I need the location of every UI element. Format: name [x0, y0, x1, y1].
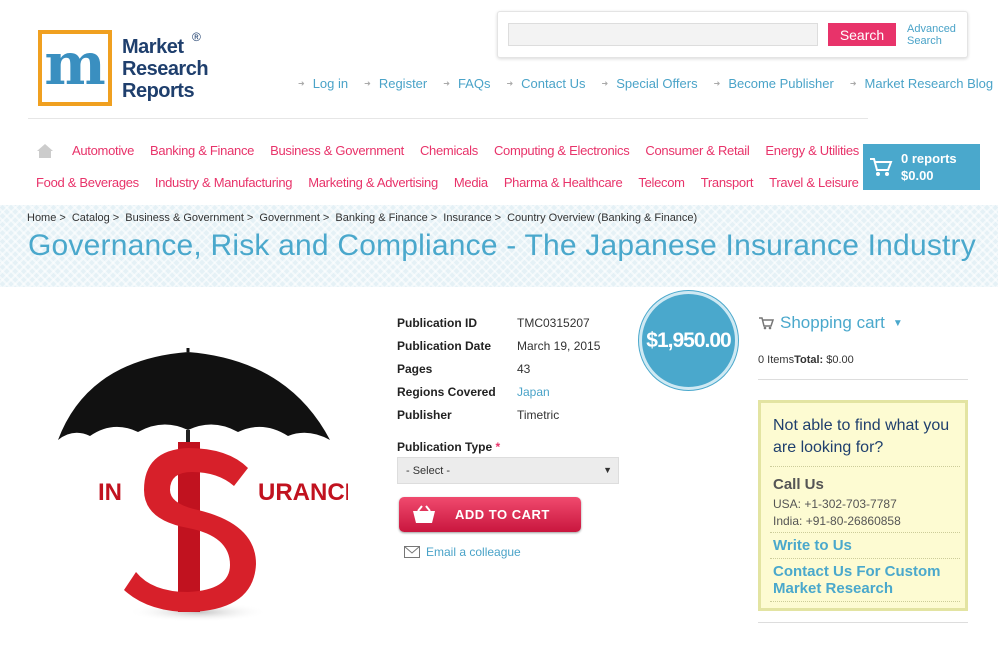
publication-type-select[interactable]: - Select - ▼	[397, 457, 619, 484]
category-energy-utilities[interactable]: Energy & Utilities	[765, 143, 859, 161]
category-marketing-advertising[interactable]: Marketing & Advertising	[308, 175, 438, 190]
cart-icon	[759, 317, 774, 330]
arrow-icon: ➜	[506, 79, 514, 88]
breadcrumb-government[interactable]: Government	[259, 212, 320, 224]
label-publication-date: Publication Date	[397, 338, 492, 353]
label-pages: Pages	[397, 361, 433, 376]
publication-type-label: Publication Type *	[397, 440, 501, 454]
arrow-icon: ➜	[849, 79, 857, 88]
cart-icon	[870, 158, 893, 176]
cart-summary: 0 ItemsTotal: $0.00	[758, 354, 854, 366]
arrow-icon: ➜	[443, 79, 450, 88]
logo-text: Market Research Reports	[122, 36, 209, 102]
help-box: Not able to find what you are looking fo…	[758, 400, 968, 611]
custom-research-link[interactable]: Contact Us For Custom Market Research	[773, 563, 963, 597]
arrow-icon: ➜	[601, 79, 609, 88]
write-to-us-link[interactable]: Write to Us	[773, 537, 963, 554]
required-marker: *	[495, 440, 501, 454]
category-consumer-retail[interactable]: Consumer & Retail	[645, 143, 749, 161]
category-banking-finance[interactable]: Banking & Finance	[150, 143, 254, 161]
value-publication-id: TMC0315207	[517, 315, 590, 330]
phone-usa: USA: +1-302-703-7787	[773, 497, 897, 511]
logo-mark: m	[38, 30, 112, 106]
top-nav: ➜ Log in ➜ Register ➜ FAQs ➜ Contact Us ➜ Spe…	[298, 76, 993, 91]
value-publication-date: March 19, 2015	[517, 338, 601, 353]
chevron-down-icon: ▼	[892, 317, 903, 329]
label-publication-id: Publication ID	[397, 315, 478, 330]
svg-text:IN: IN	[98, 479, 122, 506]
shopping-cart-heading[interactable]: Shopping cart ▼	[758, 313, 903, 333]
category-computing-electronics[interactable]: Computing & Electronics	[494, 143, 630, 161]
breadcrumb-catalog[interactable]: Catalog	[72, 212, 110, 224]
divider	[758, 379, 968, 380]
category-media[interactable]: Media	[454, 175, 488, 190]
price-badge: $1,950.00	[639, 291, 738, 390]
label-publisher: Publisher	[397, 407, 452, 422]
category-nav-row-2: Food & Beverages Industry & Manufacturin…	[36, 175, 875, 190]
phone-india: India: +91-80-26860858	[773, 514, 901, 528]
svg-text:URANCE: URANCE	[258, 479, 348, 506]
top-link-register[interactable]: ➜ Register	[364, 76, 427, 91]
header-cart[interactable]: 0 reports $0.00	[863, 144, 980, 190]
divider	[758, 622, 968, 623]
top-link-special-offers[interactable]: ➜ Special Offers	[601, 76, 697, 91]
top-link-login[interactable]: ➜ Log in	[298, 76, 348, 91]
category-chemicals[interactable]: Chemicals	[420, 143, 478, 161]
basket-icon	[413, 504, 435, 523]
arrow-icon: ➜	[364, 79, 371, 88]
registered-mark: ®	[192, 30, 201, 44]
page-title: Governance, Risk and Compliance - The Ja…	[28, 229, 976, 262]
arrow-icon: ➜	[713, 79, 721, 88]
breadcrumb-country-overview[interactable]: Country Overview (Banking & Finance)	[507, 212, 697, 224]
region-link-japan[interactable]: Japan	[517, 385, 550, 399]
value-pages: 43	[517, 361, 531, 376]
divider	[28, 118, 868, 119]
divider	[770, 532, 960, 533]
category-pharma-healthcare[interactable]: Pharma & Healthcare	[504, 175, 623, 190]
value-publisher: Timetric	[517, 407, 560, 422]
category-food-beverages[interactable]: Food & Beverages	[36, 175, 139, 190]
dollar-sign-graphic	[124, 442, 268, 622]
top-link-blog[interactable]: ➜ Market Research Blog	[850, 76, 993, 91]
top-link-contact[interactable]: ➜ Contact Us	[506, 76, 585, 91]
dropdown-caret-icon: ▼	[603, 465, 612, 475]
add-to-cart-button[interactable]: ADD TO CART	[399, 497, 581, 532]
category-transport[interactable]: Transport	[701, 175, 754, 190]
search-input[interactable]	[508, 23, 818, 46]
top-link-faqs[interactable]: ➜ FAQs	[443, 76, 490, 91]
breadcrumb-banking-finance[interactable]: Banking & Finance	[335, 212, 427, 224]
category-telecom[interactable]: Telecom	[638, 175, 685, 190]
cart-total: $0.00	[901, 168, 934, 183]
call-us-heading: Call Us	[773, 476, 824, 493]
category-automotive[interactable]: Automotive	[72, 143, 134, 161]
site-logo[interactable]: m Market Research Reports ®	[38, 30, 209, 106]
breadcrumb-insurance[interactable]: Insurance	[443, 212, 491, 224]
help-title: Not able to find what you are looking fo…	[773, 417, 950, 456]
top-link-become-publisher[interactable]: ➜ Become Publisher	[714, 76, 834, 91]
product-details: Publication ID TMC0315207 Publication Dat…	[397, 311, 600, 426]
category-industry-manufacturing[interactable]: Industry & Manufacturing	[155, 175, 293, 190]
search-panel: Search Advanced Search	[497, 11, 968, 58]
category-travel-leisure[interactable]: Travel & Leisure	[769, 175, 859, 190]
label-regions: Regions Covered	[397, 384, 496, 399]
cart-report-count: 0 reports	[901, 151, 957, 166]
title-banner: Home > Catalog > Business & Government > Go…	[0, 205, 998, 287]
breadcrumb-business-government[interactable]: Business & Government	[125, 212, 244, 224]
divider	[770, 558, 960, 559]
envelope-icon	[404, 546, 420, 558]
search-button[interactable]: Search	[828, 23, 896, 46]
category-nav-row-1: Automotive Banking & Finance Business & …	[36, 143, 875, 161]
email-colleague-link[interactable]: Email a colleague	[404, 545, 521, 559]
breadcrumb-home[interactable]: Home	[27, 212, 56, 224]
home-icon[interactable]	[36, 142, 54, 160]
arrow-icon: ➜	[298, 79, 305, 88]
divider	[770, 601, 960, 602]
product-image: IN URANCE	[58, 348, 348, 622]
divider	[770, 466, 960, 467]
breadcrumb: Home > Catalog > Business & Government > Go…	[27, 212, 698, 224]
advanced-search-link[interactable]: Advanced Search	[907, 23, 967, 47]
category-business-government[interactable]: Business & Government	[270, 143, 404, 161]
